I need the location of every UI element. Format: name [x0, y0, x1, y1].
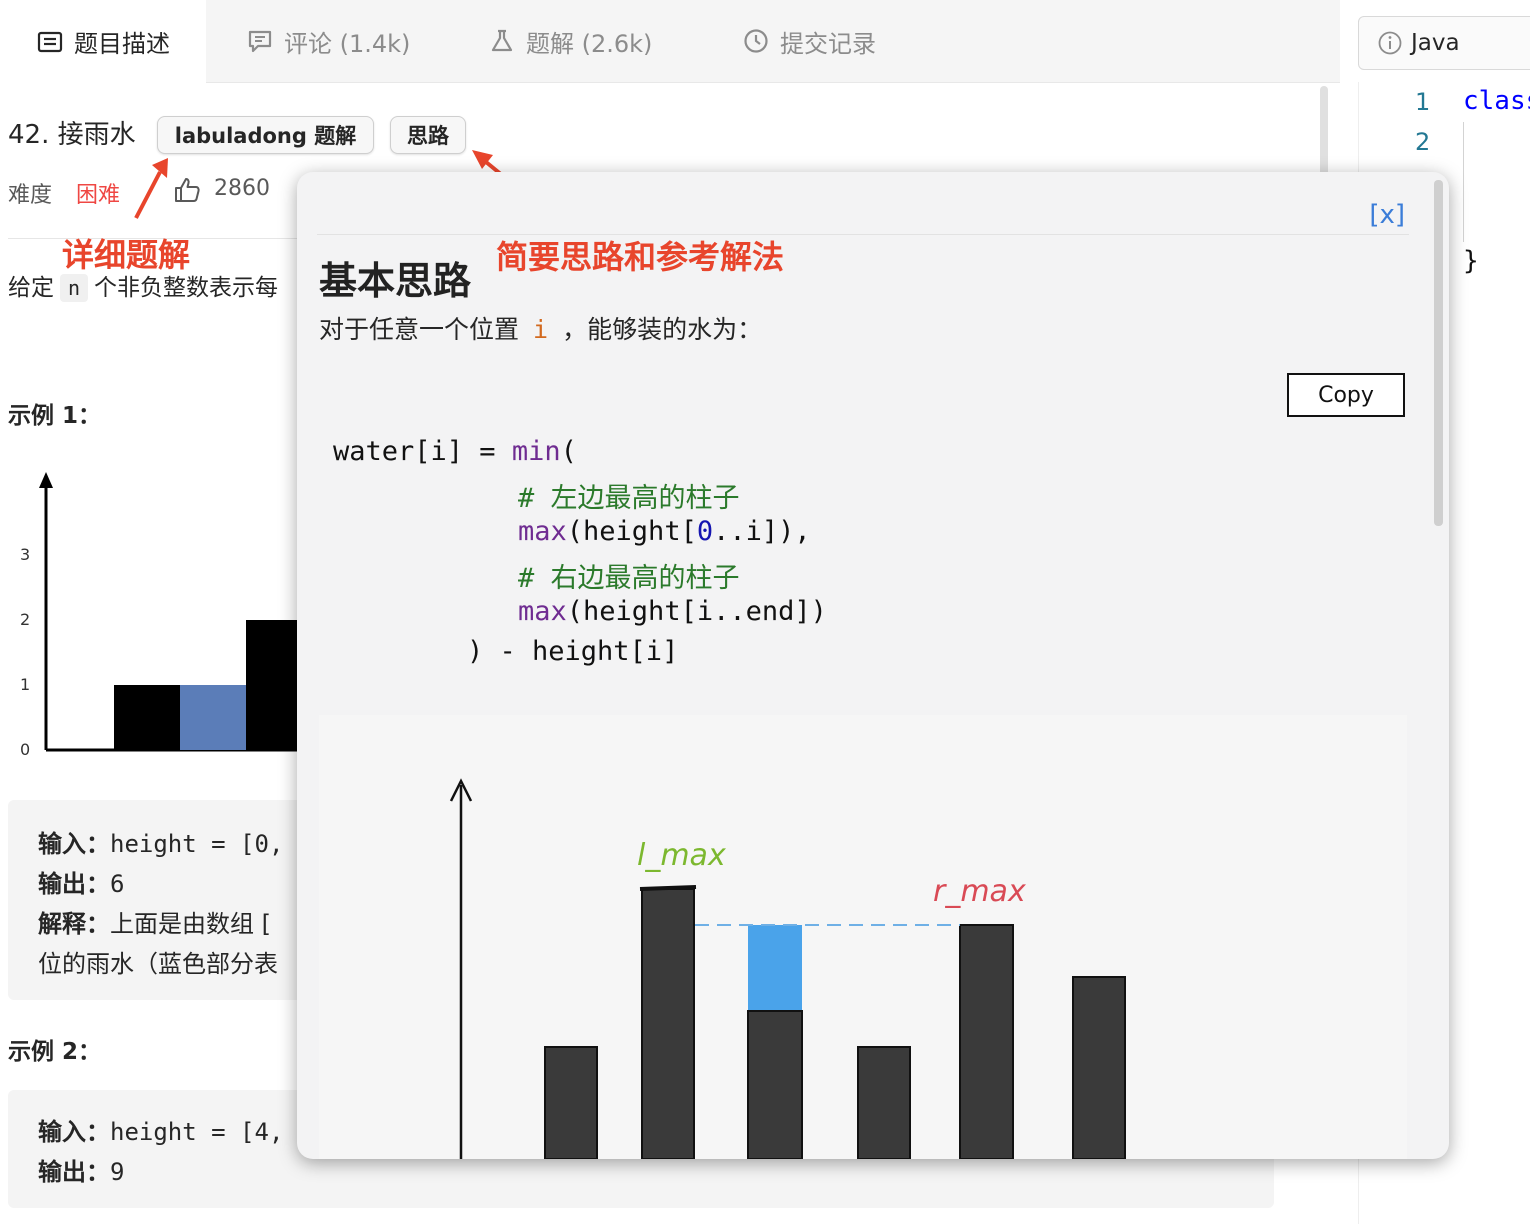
code-line: max(height[i..end]): [518, 596, 827, 627]
figure-bar-top: [639, 885, 697, 891]
copy-button[interactable]: Copy: [1287, 373, 1405, 417]
problem-title: 42. 接雨水: [8, 120, 136, 150]
example-2-title: 示例 2：: [8, 1039, 102, 1065]
figure-bar: [857, 1046, 911, 1159]
y-tick-label: 2: [20, 610, 30, 629]
tab-solutions[interactable]: 题解 (2.6k): [488, 0, 652, 82]
idea-popup: [x] 基本思路 对于任意一个位置 i ，能够装的水为： Copy water[i]…: [297, 172, 1449, 1159]
label-r-max: r_max: [933, 874, 1026, 909]
y-tick-label: 0: [20, 740, 30, 759]
divider: [317, 234, 1409, 235]
figure-bar-r-max: [959, 924, 1014, 1159]
indent-guide: [1463, 122, 1464, 242]
code-closing-brace: }: [1463, 246, 1479, 276]
comment-icon: [248, 30, 272, 53]
example-1-explanation: 解释：上面是由数组 [: [38, 910, 271, 938]
annotation-detailed-solution: 详细题解: [62, 236, 191, 274]
like-count: 2860: [214, 176, 270, 201]
inline-code: i: [533, 315, 549, 344]
code-comment: # 右边最高的柱子: [518, 563, 740, 594]
y-ticks: 0 1 2 3: [20, 545, 30, 759]
flask-icon: [491, 29, 513, 52]
figure-bar-l-max: [641, 888, 695, 1159]
figure-bar-i: [747, 1010, 803, 1159]
desc-text: 给定: [8, 275, 54, 301]
code-line: class: [1463, 86, 1530, 116]
desc-text: 个非负整数表示每: [94, 275, 279, 301]
example-1-explanation-cont: 位的雨水（蓝色部分表: [38, 950, 278, 978]
inline-code: n: [60, 274, 89, 302]
labuladong-solution-button[interactable]: labuladong 题解: [157, 116, 374, 154]
tab-description-label: 题目描述: [74, 30, 170, 58]
difficulty-label: 难度: [8, 183, 53, 208]
example-1-output: 输出：6: [38, 870, 125, 898]
thumbs-up-icon[interactable]: [172, 175, 202, 205]
code-comment: # 左边最高的柱子: [518, 483, 740, 514]
tab-solutions-label: 题解 (2.6k): [526, 29, 653, 58]
label-l-max: l_max: [637, 838, 726, 873]
tab-submissions[interactable]: 提交记录: [742, 0, 876, 82]
example-2-output: 输出：9: [38, 1158, 125, 1186]
tab-description[interactable]: 题目描述: [0, 0, 206, 83]
language-select[interactable]: Java: [1358, 16, 1530, 70]
difficulty-value: 困难: [76, 183, 121, 208]
code-line: water[i] = min(: [333, 436, 577, 467]
line-number: 2: [1415, 128, 1431, 156]
y-tick-label: 1: [20, 675, 30, 694]
idea-button[interactable]: 思路: [390, 116, 466, 154]
code-line: ) - height[i]: [467, 636, 679, 667]
tab-submissions-label: 提交记录: [780, 29, 876, 58]
bar: [114, 685, 180, 750]
example-2-input: 输入：height = [4,: [38, 1118, 284, 1146]
y-axis-arrow: [39, 472, 53, 488]
popup-heading: 基本思路: [319, 259, 472, 303]
figure-bar: [1072, 976, 1126, 1159]
example-1-image: 0 1 2 3: [20, 472, 312, 759]
info-icon: [1378, 31, 1402, 55]
annotation-brief-idea: 简要思路和参考解法: [496, 238, 785, 276]
bars: [114, 620, 312, 750]
figure-water: [748, 925, 802, 1011]
language-value: Java: [1411, 30, 1460, 56]
problem-tab-bar: 题目描述 评论 (1.4k) 题解 (2.6k) 提交记录: [0, 0, 1340, 83]
example-1-input: 输入：height = [0,: [38, 830, 284, 858]
popup-text: 对于任意一个位置 i ，能够装的水为：: [319, 315, 763, 344]
description-icon: [37, 31, 63, 52]
clock-icon: [744, 29, 768, 53]
code-line: max(height[0..i]),: [518, 516, 811, 547]
bar: [180, 685, 246, 750]
example-1-title: 示例 1：: [8, 403, 102, 429]
popup-close-button[interactable]: [x]: [1369, 200, 1405, 230]
tab-comments[interactable]: 评论 (1.4k): [246, 0, 410, 82]
figure-bar: [544, 1046, 598, 1159]
popup-scrollbar[interactable]: [1434, 180, 1443, 526]
arrow-left: [134, 158, 168, 219]
tab-comments-label: 评论 (1.4k): [284, 29, 411, 58]
y-tick-label: 3: [20, 545, 30, 564]
line-number: 1: [1415, 88, 1431, 116]
trapping-water-illustration: l_max r_max: [319, 715, 1407, 1159]
